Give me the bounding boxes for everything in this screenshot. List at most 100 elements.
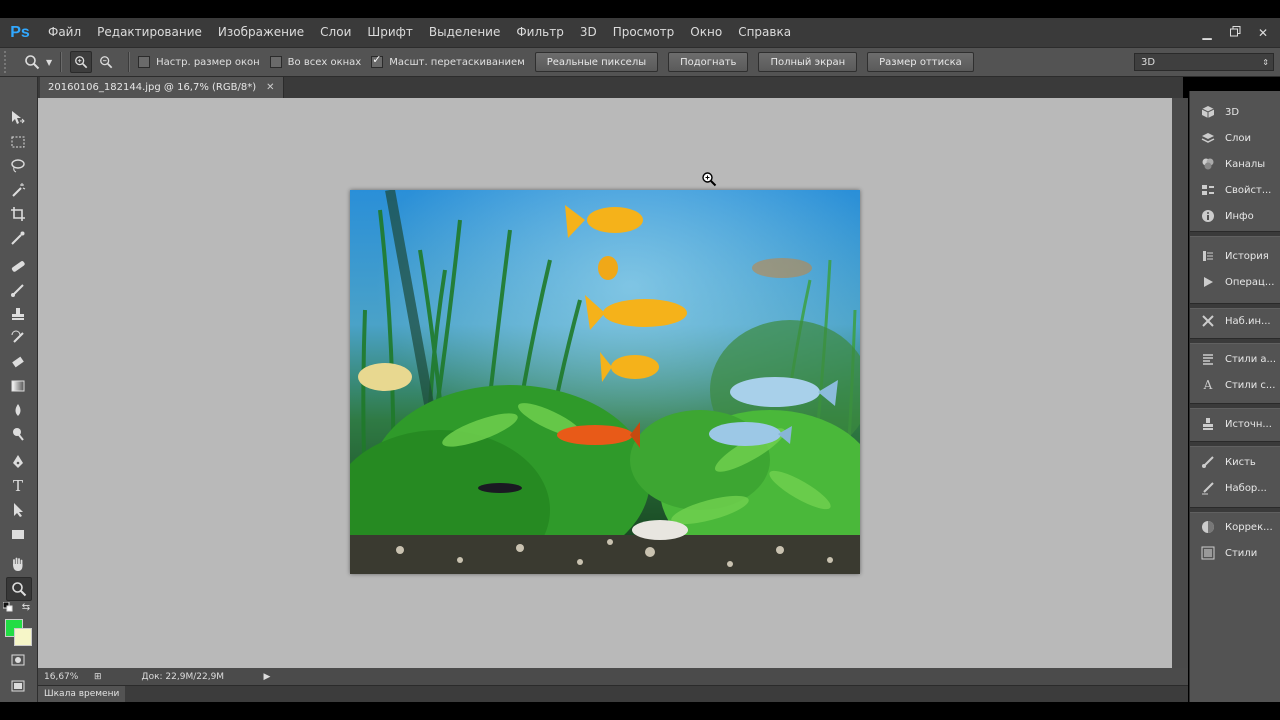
- panel-clone-source[interactable]: Источн...: [1190, 411, 1280, 437]
- menu-file[interactable]: Файл: [40, 18, 89, 47]
- top-letterbox: [0, 0, 1280, 18]
- panel-character-styles[interactable]: A Стили с...: [1190, 372, 1280, 398]
- menu-layers[interactable]: Слои: [312, 18, 359, 47]
- panel-history[interactable]: История: [1190, 243, 1280, 269]
- panel-3d[interactable]: 3D: [1190, 99, 1280, 125]
- swap-colors-button[interactable]: ⇆: [20, 601, 32, 613]
- type-tool[interactable]: T: [6, 475, 30, 497]
- panel-brush[interactable]: Кисть: [1190, 449, 1280, 475]
- actual-pixels-button[interactable]: Реальные пикселы: [534, 52, 659, 72]
- eraser-tool[interactable]: [6, 351, 30, 373]
- clone-stamp-tool[interactable]: [6, 303, 30, 325]
- hand-tool[interactable]: [6, 553, 30, 575]
- shape-tool[interactable]: [6, 523, 30, 545]
- scrubby-zoom-checkbox[interactable]: Масшт. перетаскиванием: [371, 53, 525, 68]
- checkbox-box[interactable]: [138, 56, 151, 68]
- aquarium-photo: [350, 190, 860, 574]
- checkbox-box[interactable]: [371, 53, 384, 68]
- history-brush-tool[interactable]: [6, 327, 30, 349]
- background-color-swatch[interactable]: [14, 628, 32, 646]
- zoom-in-icon: [75, 56, 88, 69]
- panel-channels[interactable]: Каналы: [1190, 151, 1280, 177]
- document-size: Док: 22,9M/22,9M: [141, 671, 225, 682]
- crop-tool[interactable]: [6, 203, 30, 225]
- chevron-updown-icon: ⇕: [1262, 57, 1269, 67]
- checkbox-label: Масшт. перетаскиванием: [389, 56, 525, 68]
- lasso-tool[interactable]: [6, 155, 30, 177]
- screen-mode-button[interactable]: [6, 675, 30, 697]
- panel-info[interactable]: Инфо: [1190, 203, 1280, 229]
- close-icon[interactable]: ✕: [266, 82, 274, 93]
- print-size-button[interactable]: Размер оттиска: [867, 52, 974, 72]
- panel-label: 3D: [1225, 106, 1240, 118]
- panel-brush-presets[interactable]: Набор...: [1190, 475, 1280, 501]
- menu-view[interactable]: Просмотр: [605, 18, 683, 47]
- panel-styles[interactable]: Стили: [1190, 540, 1280, 566]
- options-bar: ▼ Настр. размер окон Во всех окнах Масшт…: [0, 47, 1280, 77]
- move-tool[interactable]: [6, 107, 30, 129]
- gradient-tool[interactable]: [6, 375, 30, 397]
- workspace-select[interactable]: 3D ⇕: [1134, 53, 1274, 71]
- menu-image[interactable]: Изображение: [210, 18, 312, 47]
- zoom-tool[interactable]: [6, 577, 32, 601]
- character-styles-icon: A: [1203, 378, 1213, 392]
- zoom-in-button[interactable]: [70, 51, 93, 73]
- zoom-out-button[interactable]: [96, 52, 116, 72]
- panel-adjustments[interactable]: Коррек...: [1190, 514, 1280, 540]
- panel-paragraph-styles[interactable]: Стили а...: [1190, 346, 1280, 372]
- panel-label: Наб.ин...: [1225, 315, 1271, 327]
- menu-help[interactable]: Справка: [730, 18, 799, 47]
- brush-tool[interactable]: [6, 279, 30, 301]
- tool-preset-picker[interactable]: ▼: [24, 54, 52, 70]
- document-image[interactable]: [350, 190, 860, 574]
- vertical-scrollbar[interactable]: [1172, 98, 1188, 668]
- panel-divider: [1190, 441, 1280, 447]
- path-selection-tool[interactable]: [6, 499, 30, 521]
- blur-tool[interactable]: [6, 399, 30, 421]
- menu-window[interactable]: Окно: [682, 18, 730, 47]
- menu-select[interactable]: Выделение: [421, 18, 508, 47]
- fit-screen-button[interactable]: Подогнать: [668, 52, 749, 72]
- chevron-down-icon: ▼: [46, 57, 53, 67]
- panel-group-5: Источн...: [1190, 411, 1280, 437]
- status-menu-arrow-icon[interactable]: ▶: [264, 672, 271, 682]
- canvas-area[interactable]: [38, 98, 1172, 668]
- zoom-level[interactable]: 16,67%: [38, 672, 88, 682]
- panel-group-1: 3D Слои Каналы Свойст... Инфо: [1190, 99, 1280, 229]
- menu-3d[interactable]: 3D: [572, 18, 605, 47]
- brush-presets-icon: [1200, 480, 1216, 496]
- quick-mask-button[interactable]: [6, 649, 30, 671]
- timeline-panel: Шкала времени: [38, 685, 1188, 702]
- eyedropper-tool[interactable]: [6, 227, 30, 249]
- pen-tool[interactable]: [6, 451, 30, 473]
- panel-label: Набор...: [1225, 482, 1267, 494]
- panel-label: Кисть: [1225, 456, 1256, 468]
- close-icon[interactable]: ✕: [1256, 26, 1270, 40]
- marquee-tool[interactable]: [6, 131, 30, 153]
- panel-layers[interactable]: Слои: [1190, 125, 1280, 151]
- cube-icon: [1200, 104, 1216, 120]
- panel-properties[interactable]: Свойст...: [1190, 177, 1280, 203]
- paragraph-styles-icon: [1200, 351, 1216, 367]
- fill-screen-button[interactable]: Полный экран: [758, 52, 858, 72]
- restore-icon[interactable]: [1228, 25, 1242, 40]
- all-windows-checkbox[interactable]: Во всех окнах: [269, 56, 361, 68]
- menu-edit[interactable]: Редактирование: [89, 18, 210, 47]
- menu-type[interactable]: Шрифт: [359, 18, 421, 47]
- type-icon: T: [12, 477, 23, 495]
- checkbox-box[interactable]: [269, 56, 282, 68]
- document-info-icon[interactable]: ⊞: [94, 672, 102, 682]
- healing-brush-tool[interactable]: [6, 255, 30, 277]
- magic-wand-tool[interactable]: [6, 179, 30, 201]
- move-icon: [12, 111, 25, 124]
- default-colors-button[interactable]: [2, 601, 14, 613]
- panel-tool-presets[interactable]: Наб.ин...: [1190, 308, 1280, 334]
- minimize-icon[interactable]: ▁: [1200, 26, 1214, 40]
- tools-panel: T ⇆: [0, 77, 38, 702]
- panel-actions[interactable]: Операц...: [1190, 269, 1280, 295]
- timeline-tab[interactable]: Шкала времени: [38, 686, 126, 702]
- resize-windows-checkbox[interactable]: Настр. размер окон: [138, 56, 260, 68]
- document-tab[interactable]: 20160106_182144.jpg @ 16,7% (RGB/8*) ✕: [40, 77, 284, 98]
- menu-filter[interactable]: Фильтр: [508, 18, 571, 47]
- dodge-tool[interactable]: [6, 423, 30, 445]
